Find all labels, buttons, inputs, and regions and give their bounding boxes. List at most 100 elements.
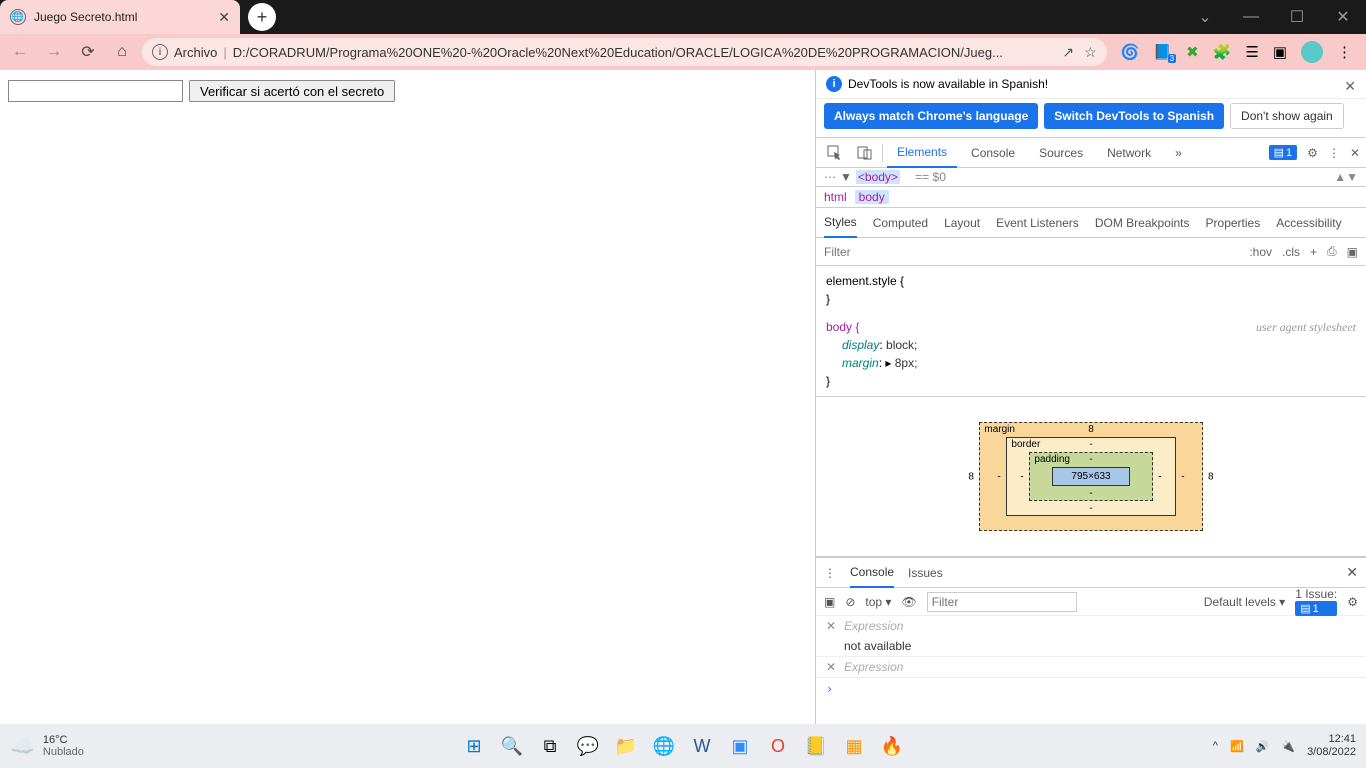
taskview-icon[interactable]: ⧉ — [536, 732, 564, 760]
zoom-icon[interactable]: ▣ — [726, 732, 754, 760]
subtab-dom-breakpoints[interactable]: DOM Breakpoints — [1095, 216, 1190, 230]
subtab-event-listeners[interactable]: Event Listeners — [996, 216, 1079, 230]
plus-icon[interactable]: + — [1310, 245, 1317, 259]
live-expression[interactable]: ✕ Expression — [816, 616, 1366, 636]
crumb-body[interactable]: body — [855, 190, 889, 204]
drawer-tab-issues[interactable]: Issues — [908, 566, 943, 580]
match-language-button[interactable]: Always match Chrome's language — [824, 103, 1038, 129]
box-content[interactable]: 795×633 — [1052, 467, 1129, 486]
styles-pane[interactable]: element.style { } user agent stylesheetb… — [816, 266, 1366, 397]
tab-network[interactable]: Network — [1097, 138, 1161, 168]
verify-button[interactable]: Verificar si acertó con el secreto — [189, 80, 395, 102]
ext-icon[interactable]: 🌀 — [1121, 43, 1140, 61]
eye-icon[interactable]: 👁 — [901, 595, 916, 609]
star-icon[interactable]: ☆ — [1084, 44, 1097, 61]
panel-icon[interactable]: ▣ — [1347, 245, 1358, 259]
battery-icon[interactable]: 🔌 — [1281, 740, 1295, 753]
close-icon[interactable]: ✕ — [1346, 564, 1358, 581]
new-tab-button[interactable]: + — [248, 3, 276, 31]
switch-language-button[interactable]: Switch DevTools to Spanish — [1044, 103, 1224, 129]
tab-elements[interactable]: Elements — [887, 138, 957, 168]
back-button[interactable]: ← — [6, 38, 34, 66]
styles-filter-bar: :hov .cls + ⎙ ▣ — [816, 238, 1366, 266]
kebab-icon[interactable]: ⋮ — [824, 566, 836, 580]
profile-icon[interactable] — [1301, 41, 1323, 63]
subtab-accessibility[interactable]: Accessibility — [1276, 216, 1341, 230]
app-icon[interactable]: 💬 — [574, 732, 602, 760]
wifi-icon[interactable]: 📶 — [1230, 740, 1244, 753]
reading-list-icon[interactable]: ☰ — [1245, 43, 1258, 61]
print-icon[interactable]: ⎙ — [1327, 244, 1337, 259]
notepad-icon[interactable]: 📒 — [802, 732, 830, 760]
reload-button[interactable]: ⟳ — [74, 38, 102, 66]
address-field[interactable]: i Archivo | D:/CORADRUM/Programa%20ONE%2… — [142, 38, 1107, 66]
maximize-icon[interactable]: ☐ — [1274, 0, 1320, 34]
device-icon[interactable] — [852, 140, 878, 166]
clear-icon[interactable]: ⊘ — [845, 595, 855, 609]
crumb-html[interactable]: html — [824, 190, 847, 204]
styles-tabs: Styles Computed Layout Event Listeners D… — [816, 208, 1366, 238]
live-expression[interactable]: ✕ Expression — [816, 657, 1366, 677]
cls-toggle[interactable]: .cls — [1282, 245, 1300, 259]
subtab-layout[interactable]: Layout — [944, 216, 980, 230]
levels-select[interactable]: Default levels ▾ — [1204, 595, 1285, 609]
gear-icon[interactable]: ⚙ — [1347, 595, 1358, 609]
volume-icon[interactable]: 🔊 — [1256, 740, 1270, 753]
chevron-down-icon[interactable]: ⌄ — [1182, 0, 1228, 34]
kebab-icon[interactable]: ⋮ — [1328, 146, 1340, 160]
address-url: D:/CORADRUM/Programa%20ONE%20-%20Oracle%… — [233, 45, 1057, 60]
gear-icon[interactable]: ⚙ — [1307, 146, 1318, 160]
console-prompt[interactable]: › — [816, 678, 1366, 700]
issues-badge[interactable]: ▤ 1 — [1269, 145, 1298, 160]
issue-count[interactable]: 1 Issue: ▤ 1 — [1295, 587, 1337, 616]
inspect-icon[interactable] — [822, 140, 848, 166]
secret-input[interactable] — [8, 80, 183, 102]
browser-tab[interactable]: 🌐 Juego Secreto.html ✕ — [0, 0, 240, 34]
context-select[interactable]: top ▾ — [865, 595, 891, 609]
search-icon[interactable]: 🔍 — [498, 732, 526, 760]
subtab-properties[interactable]: Properties — [1206, 216, 1261, 230]
close-icon[interactable]: ✕ — [826, 619, 836, 633]
ext-icon[interactable]: ✖ — [1186, 43, 1199, 61]
side-panel-icon[interactable]: ▣ — [1273, 43, 1287, 61]
sidebar-icon[interactable]: ▣ — [824, 595, 835, 609]
app-icon[interactable]: 🔥 — [878, 732, 906, 760]
close-icon[interactable]: ✕ — [1350, 146, 1360, 160]
opera-icon[interactable]: O — [764, 732, 792, 760]
sublime-icon[interactable]: ▦ — [840, 732, 868, 760]
subtab-computed[interactable]: Computed — [873, 216, 928, 230]
weather-widget[interactable]: ☁️ 16°CNublado — [10, 734, 84, 759]
hov-toggle[interactable]: :hov — [1249, 245, 1272, 259]
breadcrumb[interactable]: html body — [816, 187, 1366, 208]
box-margin[interactable]: margin 8 8 8 border - - - - padding - - … — [979, 422, 1202, 531]
dont-show-button[interactable]: Don't show again — [1230, 103, 1344, 129]
tab-console[interactable]: Console — [961, 138, 1025, 168]
close-icon[interactable]: ✕ — [218, 9, 230, 26]
ext-icon[interactable]: 📘3 — [1153, 43, 1172, 61]
tab-sources[interactable]: Sources — [1029, 138, 1093, 168]
chevron-up-icon[interactable]: ^ — [1213, 740, 1218, 752]
word-icon[interactable]: W — [688, 732, 716, 760]
box-padding[interactable]: padding - - - - 795×633 — [1029, 452, 1152, 501]
extensions-icon[interactable]: 🧩 — [1213, 43, 1232, 61]
minimize-icon[interactable]: — — [1228, 0, 1274, 34]
start-icon[interactable]: ⊞ — [460, 732, 488, 760]
clock[interactable]: 12:413/08/2022 — [1307, 733, 1356, 759]
subtab-styles[interactable]: Styles — [824, 208, 857, 238]
filter-input[interactable] — [824, 245, 1239, 259]
console-filter[interactable] — [927, 592, 1077, 612]
globe-icon: 🌐 — [10, 9, 26, 25]
more-tabs-icon[interactable]: » — [1165, 138, 1192, 168]
explorer-icon[interactable]: 📁 — [612, 732, 640, 760]
drawer-tab-console[interactable]: Console — [850, 558, 894, 588]
chrome-icon[interactable]: 🌐 — [650, 732, 678, 760]
home-button[interactable]: ⌂ — [108, 38, 136, 66]
dom-tree[interactable]: ⋯▼<body> == $0 ▲▼ — [816, 168, 1366, 187]
close-icon[interactable]: ✕ — [1344, 78, 1356, 95]
share-icon[interactable]: ↗ — [1062, 44, 1074, 61]
info-icon[interactable]: i — [152, 44, 168, 60]
close-icon[interactable]: ✕ — [826, 660, 836, 674]
box-border[interactable]: border - - - - padding - - - - 795×633 — [1006, 437, 1175, 516]
close-window-icon[interactable]: ✕ — [1320, 0, 1366, 34]
menu-icon[interactable]: ⋮ — [1337, 43, 1352, 61]
